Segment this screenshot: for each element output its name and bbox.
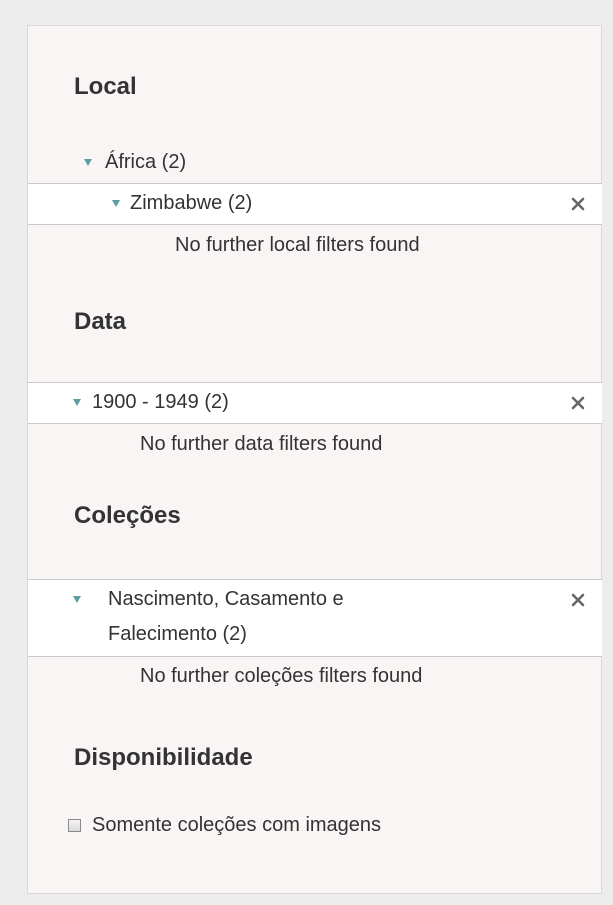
disponibilidade-heading: Disponibilidade bbox=[74, 744, 253, 771]
local-heading: Local bbox=[74, 73, 137, 100]
images-only-checkbox[interactable] bbox=[68, 819, 81, 832]
images-only-option[interactable]: Somente coleções com imagens bbox=[68, 814, 381, 837]
caret-down-icon bbox=[112, 200, 120, 207]
images-only-label: Somente coleções com imagens bbox=[92, 814, 382, 836]
colecoes-no-more-text: No further coleções filters found bbox=[140, 665, 423, 687]
filter-panel: Local África (2) Zimbabwe (2) No further… bbox=[27, 25, 602, 894]
close-icon[interactable] bbox=[570, 592, 586, 608]
caret-down-icon bbox=[73, 399, 81, 406]
colecoes-selected-label-line2: Falecimento (2) bbox=[108, 623, 247, 645]
close-icon[interactable] bbox=[570, 196, 586, 212]
caret-down-icon bbox=[73, 596, 81, 603]
local-no-more-text: No further local filters found bbox=[175, 234, 420, 256]
local-parent-label: África (2) bbox=[105, 151, 187, 173]
local-parent-filter[interactable]: África (2) bbox=[28, 148, 601, 176]
colecoes-heading: Coleções bbox=[74, 502, 181, 529]
data-heading: Data bbox=[74, 308, 127, 335]
data-no-more-text: No further data filters found bbox=[140, 433, 383, 455]
close-icon[interactable] bbox=[570, 395, 586, 411]
local-selected-label: Zimbabwe (2) bbox=[130, 192, 253, 214]
data-selected-filter[interactable]: 1900 - 1949 (2) bbox=[28, 382, 602, 424]
colecoes-selected-label-line1: Nascimento, Casamento e bbox=[108, 588, 344, 610]
colecoes-selected-filter[interactable]: Nascimento, Casamento e Falecimento (2) bbox=[28, 579, 602, 657]
caret-down-icon bbox=[84, 159, 92, 166]
local-selected-filter[interactable]: Zimbabwe (2) bbox=[28, 183, 602, 225]
data-selected-label: 1900 - 1949 (2) bbox=[92, 391, 229, 413]
